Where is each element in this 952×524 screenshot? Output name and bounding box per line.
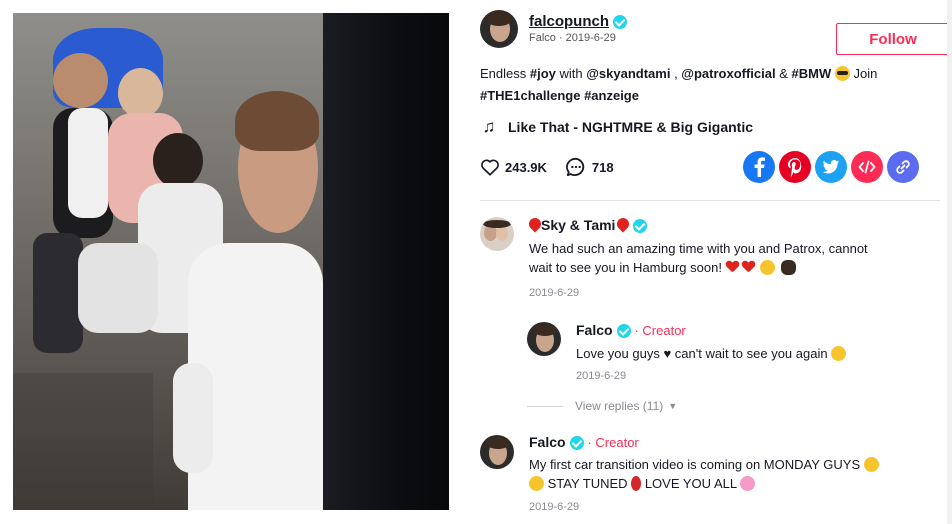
heart-outline-icon[interactable] [480,158,500,176]
screaming-face-emoji-icon [863,457,879,472]
comment-date: 2019-6-29 [529,501,580,513]
caption-text: Join [849,66,878,81]
comment-count: 718 [591,159,614,175]
screaming-face-emoji-icon [529,476,544,491]
hashtag-anzeige[interactable]: #anzeige [584,88,639,103]
commenter-name[interactable]: Sky & Tami [526,215,648,234]
pinterest-share-button[interactable] [779,151,811,183]
author-row: falcopunch Falco · 2019-6-29 Follow [480,10,950,55]
music-note-icon: ♫ [482,117,496,136]
follow-button[interactable]: Follow [836,23,950,55]
commenter-name[interactable]: Falco · Creator [529,434,639,451]
grinning-face-emoji-icon [760,260,776,275]
video-caption: Endless #joy with @skyandtami , @patroxo… [480,63,920,107]
divider [480,200,940,201]
comment-text-line: LOVE YOU ALL [644,476,737,491]
smiling-face-emoji-icon [831,346,847,361]
hashtag-the1challenge[interactable]: #THE1challenge [480,88,580,103]
author-subtitle: Falco · 2019-6-29 [529,32,616,44]
commenter-name[interactable]: Falco · Creator [576,322,686,339]
comment-text-line: My first car transition video is coming … [529,457,861,472]
share-buttons [739,151,919,183]
cherry-blossom-emoji-icon [740,476,756,491]
author-avatar[interactable] [480,10,518,48]
red-heart-emoji-icon [614,215,632,233]
red-heart-emoji-icon [742,261,755,273]
comment-item: Sky & Tami We had such an amazing time w… [480,215,920,305]
comment-text: Love you guys ♥ can't wait to see you ag… [576,344,926,363]
verified-badge-icon [613,15,628,30]
comment-item: Falco · Creator My first car transition … [480,433,920,524]
link-icon [896,160,910,174]
comment-text-line: Love you guys ♥ can't wait to see you ag… [576,346,828,361]
verified-badge-icon [633,219,648,234]
video-frame[interactable] [13,13,323,510]
red-heart-emoji-icon [726,261,739,273]
embed-code-icon [858,160,876,174]
video-info-panel: falcopunch Falco · 2019-6-29 Follow Endl… [449,0,952,524]
comment-text: We had such an amazing time with you and… [529,239,919,277]
caption-text: Endless [480,66,530,81]
commenter-name-text[interactable]: Sky & Tami [541,217,615,233]
verified-badge-icon [569,436,584,451]
mention-skyandtami[interactable]: @skyandtami [586,66,670,81]
sunglasses-emoji-icon [834,66,850,81]
like-count: 243.9K [505,159,547,175]
mention-patroxofficial[interactable]: @patroxofficial [681,66,775,81]
hashtag-joy[interactable]: #joy [530,66,556,81]
view-replies-text[interactable]: View replies (11) [575,399,663,413]
commenter-name-text[interactable]: Falco [529,434,566,450]
rose-emoji-icon [631,476,642,491]
author-username[interactable]: falcopunch [529,13,628,30]
verified-badge-icon [616,324,631,339]
author-username-text[interactable]: falcopunch [529,13,609,30]
commenter-avatar[interactable] [480,435,514,469]
comment-stat[interactable]: 718 [565,157,614,177]
hashtag-bmw[interactable]: #BMW [792,66,832,81]
caption-text: , [670,66,682,81]
comment-date: 2019-6-29 [529,287,580,299]
copy-link-share-button[interactable] [887,151,919,183]
music-title[interactable]: Like That - NGHTMRE & Big Gigantic [508,119,753,135]
facebook-icon [754,157,765,177]
commenter-avatar[interactable] [480,217,514,251]
caption-text: & [775,66,792,81]
comment-date: 2019-6-29 [576,370,627,382]
pinterest-icon [788,158,802,177]
video-player[interactable] [13,13,449,510]
raising-hands-emoji-icon [780,260,796,275]
facebook-share-button[interactable] [743,151,775,183]
chevron-down-icon: ▼ [668,401,678,411]
replies-divider-line [527,405,563,407]
twitter-share-button[interactable] [815,151,847,183]
comment-text-line: wait to see you in Hamburg soon! [529,260,722,275]
like-stat[interactable]: 243.9K [480,158,547,176]
stats-row: 243.9K 718 [480,157,632,177]
creator-label: · Creator [634,323,686,338]
caption-text: with [555,66,587,81]
embed-share-button[interactable] [851,151,883,183]
comment-text-line: STAY TUNED [547,476,628,491]
commenter-avatar[interactable] [527,322,561,356]
view-replies-link[interactable]: View replies (11) ▼ [527,399,677,413]
creator-label: · Creator [587,435,639,450]
comment-text: My first car transition video is coming … [529,455,929,493]
comment-text-line: We had such an amazing time with you and… [529,241,868,256]
video-side-blur [323,13,449,510]
music-row[interactable]: ♫ Like That - NGHTMRE & Big Gigantic [480,117,753,137]
comment-bubble-icon[interactable] [565,157,587,177]
twitter-icon [822,159,840,174]
commenter-name-text[interactable]: Falco [576,322,613,338]
reply-item: Falco · Creator Love you guys ♥ can't wa… [527,320,927,390]
